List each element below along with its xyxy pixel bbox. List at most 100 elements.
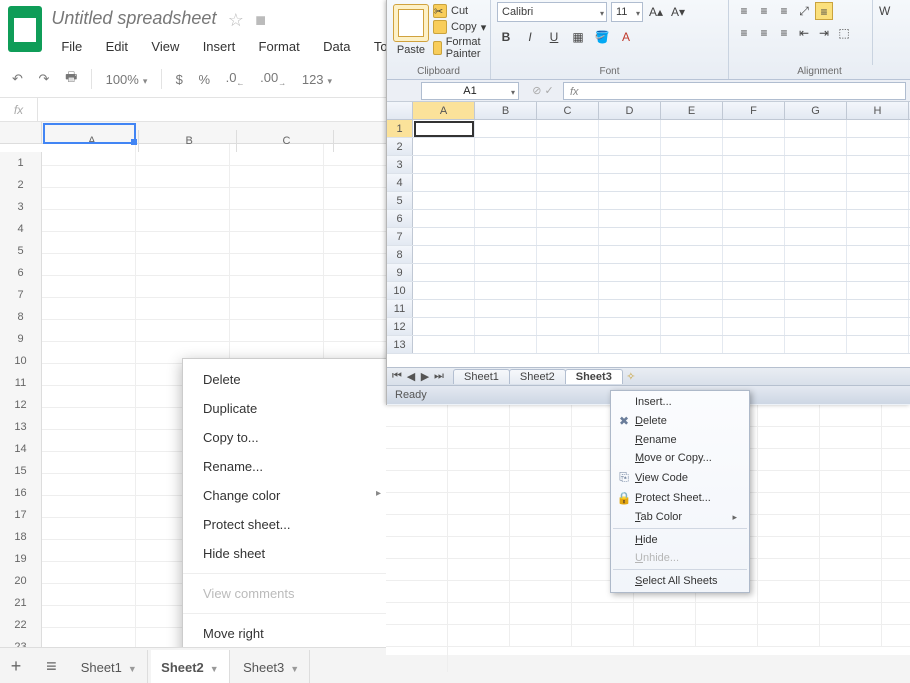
font-color-button[interactable]: A <box>617 28 635 46</box>
align-left-icon[interactable]: ≡ <box>735 24 753 42</box>
row-header[interactable]: 9 <box>387 264 413 281</box>
bold-button[interactable]: B <box>497 28 515 46</box>
ctx-protect[interactable]: 🔒Protect Sheet... <box>613 488 747 508</box>
menu-view[interactable]: View <box>141 35 189 58</box>
menu-data[interactable]: Data <box>313 35 360 58</box>
xl-row[interactable]: 3 <box>387 156 910 174</box>
last-tab-icon[interactable]: ⏭ <box>433 370 445 383</box>
prev-tab-icon[interactable]: ◀ <box>405 370 417 383</box>
ctx-delete[interactable]: Delete <box>183 365 401 394</box>
menu-edit[interactable]: Edit <box>96 35 138 58</box>
ctx-copy-to[interactable]: Copy to... <box>183 423 401 452</box>
row-header[interactable]: 12 <box>387 318 413 335</box>
select-all-corner[interactable] <box>387 102 413 119</box>
row-header[interactable]: 3 <box>387 156 413 173</box>
star-icon[interactable]: ☆ <box>228 10 244 31</box>
format-painter-button[interactable]: Format Painter <box>433 36 486 60</box>
next-tab-icon[interactable]: ▶ <box>419 370 431 383</box>
increase-decimal[interactable]: .00→ <box>254 66 292 92</box>
row-header[interactable]: 5 <box>387 192 413 209</box>
ctx-delete[interactable]: ✖Delete <box>613 411 747 431</box>
increase-font-icon[interactable]: A▴ <box>647 3 665 21</box>
decrease-decimal[interactable]: .0← <box>220 66 251 92</box>
row-header[interactable]: 8 <box>387 246 413 263</box>
paste-icon[interactable] <box>393 4 429 42</box>
zoom-select[interactable]: 100% <box>100 68 154 91</box>
gs-tab-sheet3[interactable]: Sheet3▼ <box>233 650 310 683</box>
ctx-move-or-copy[interactable]: Move or Copy... <box>613 449 747 467</box>
ctx-rename[interactable]: Rename... <box>183 452 401 481</box>
xl-row[interactable]: 6 <box>387 210 910 228</box>
decrease-font-icon[interactable]: A▾ <box>669 3 687 21</box>
row-header[interactable]: 6 <box>387 210 413 227</box>
row-header[interactable]: 10 <box>387 282 413 299</box>
row-header[interactable]: 13 <box>387 336 413 353</box>
col-C[interactable]: C <box>537 102 599 119</box>
fill-color-button[interactable]: 🪣 <box>593 28 611 46</box>
menu-file[interactable]: File <box>51 35 92 58</box>
ctx-select-all[interactable]: Select All Sheets <box>613 572 747 590</box>
more-formats[interactable]: 123 <box>296 68 338 91</box>
xl-row[interactable]: 13 <box>387 336 910 354</box>
xl-row[interactable]: 8 <box>387 246 910 264</box>
xl-tab-sheet2[interactable]: Sheet2 <box>509 369 566 384</box>
xl-row[interactable]: 11 <box>387 300 910 318</box>
italic-button[interactable]: I <box>521 28 539 46</box>
format-percent[interactable]: % <box>192 68 216 91</box>
align-middle-icon[interactable]: ≡ <box>755 2 773 20</box>
ctx-tab-color[interactable]: Tab Color <box>613 508 747 526</box>
folder-icon[interactable]: ■ <box>255 10 266 31</box>
font-size-select[interactable]: 11 <box>611 2 643 22</box>
xl-row[interactable]: 4 <box>387 174 910 192</box>
row-header[interactable]: 7 <box>387 228 413 245</box>
ctx-hide[interactable]: Hide sheet <box>183 539 401 568</box>
menu-insert[interactable]: Insert <box>193 35 246 58</box>
undo-icon[interactable]: ↶ <box>6 67 29 91</box>
borders-button[interactable]: ▦ <box>569 28 587 46</box>
align-right-icon[interactable]: ≡ <box>775 24 793 42</box>
row-header[interactable]: 4 <box>387 174 413 191</box>
ctx-move-right[interactable]: Move right <box>183 619 401 648</box>
all-sheets-button[interactable]: ≡ <box>35 648 67 683</box>
wrap-text-button[interactable]: W <box>879 4 890 18</box>
col-A[interactable]: A <box>413 102 475 119</box>
row-header[interactable]: 2 <box>387 138 413 155</box>
ctx-duplicate[interactable]: Duplicate <box>183 394 401 423</box>
cut-button[interactable]: ✂Cut <box>433 4 486 18</box>
col-D[interactable]: D <box>599 102 661 119</box>
col-E[interactable]: E <box>661 102 723 119</box>
xl-row[interactable]: 2 <box>387 138 910 156</box>
redo-icon[interactable]: ↷ <box>33 67 56 91</box>
align-top-icon[interactable]: ≡ <box>735 2 753 20</box>
decrease-indent-icon[interactable]: ⇤ <box>795 24 813 42</box>
name-box[interactable]: A1 <box>421 82 519 100</box>
ctx-protect[interactable]: Protect sheet... <box>183 510 401 539</box>
ctx-view-code[interactable]: ⎘View Code <box>613 467 747 488</box>
paste-button[interactable]: Paste <box>393 44 429 56</box>
xl-grid[interactable]: A B C D E F G H 12345678910111213 <box>387 102 910 368</box>
first-tab-icon[interactable]: ⏮ <box>391 370 403 383</box>
formula-input[interactable] <box>563 82 906 100</box>
xl-row[interactable]: 12 <box>387 318 910 336</box>
print-icon[interactable]: 🖶 <box>59 64 83 94</box>
add-sheet-button[interactable]: + <box>0 648 32 683</box>
row-header[interactable]: 11 <box>387 300 413 317</box>
tab-nav[interactable]: ⏮ ◀ ▶ ⏭ <box>391 370 445 383</box>
increase-indent-icon[interactable]: ⇥ <box>815 24 833 42</box>
insert-sheet-icon[interactable]: ✧ <box>622 370 640 383</box>
ctx-hide[interactable]: Hide <box>613 531 747 549</box>
align-bottom-icon[interactable]: ≡ <box>775 2 793 20</box>
copy-button[interactable]: Copy ▾ <box>433 20 486 34</box>
ctx-rename[interactable]: Rename <box>613 431 747 449</box>
col-F[interactable]: F <box>723 102 785 119</box>
col-B[interactable]: B <box>475 102 537 119</box>
format-currency[interactable]: $ <box>170 68 189 91</box>
underline-button[interactable]: U <box>545 28 563 46</box>
wrap-text-icon[interactable]: ≡ <box>815 2 833 20</box>
doc-title[interactable]: Untitled spreadsheet <box>51 8 216 29</box>
align-center-icon[interactable]: ≡ <box>755 24 773 42</box>
gs-tab-sheet2[interactable]: Sheet2▼ <box>151 650 230 683</box>
xl-tab-sheet3[interactable]: Sheet3 <box>565 369 623 384</box>
xl-row[interactable]: 9 <box>387 264 910 282</box>
font-name-select[interactable]: Calibri <box>497 2 607 22</box>
